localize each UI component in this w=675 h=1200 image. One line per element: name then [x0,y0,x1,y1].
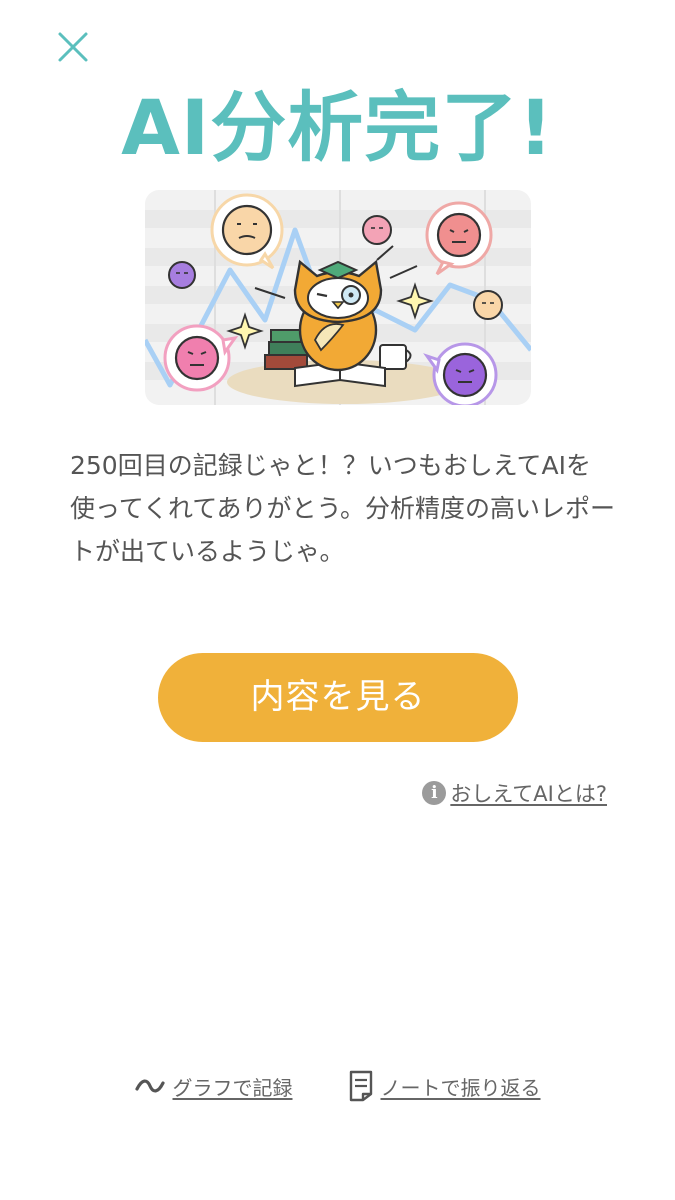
note-review-label: ノートで振り返る [380,1075,541,1100]
about-ai-label: おしえてAIとは? [450,782,607,806]
owl-analyzing-illustration [142,190,533,408]
note-review-link[interactable]: ノートで振り返る [349,1070,541,1102]
completion-message: 250回目の記録じゃと！？いつもおしえてAIを使ってくれてありがとう。分析精度の… [70,451,616,566]
about-ai-link[interactable]: i おしえてAIとは? [422,778,607,808]
page-title: AI分析完了! [121,83,554,172]
close-button[interactable] [56,30,90,64]
graph-record-label: グラフで記録 [172,1075,293,1100]
note-icon [349,1070,372,1102]
graph-record-link[interactable]: グラフで記録 [134,1070,293,1102]
wave-icon [134,1079,165,1093]
footer-links: グラフで記録 ノートで振り返る [0,1070,675,1102]
close-icon [58,32,88,62]
info-icon: i [422,781,447,805]
view-content-button[interactable]: 内容を見る [158,653,518,742]
